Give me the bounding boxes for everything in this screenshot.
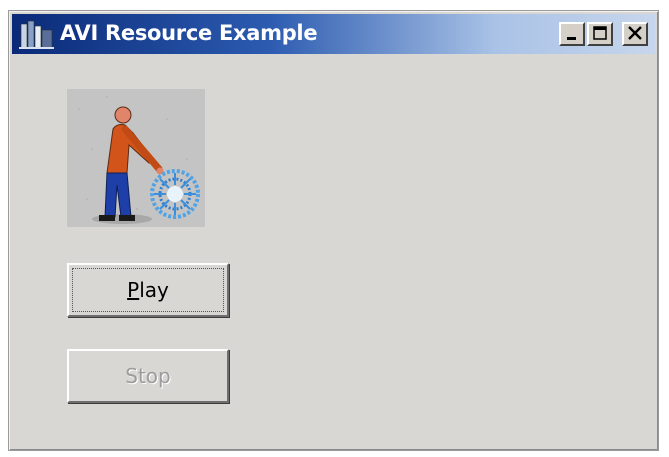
play-button[interactable]: Play [67,263,229,317]
close-icon [628,26,642,40]
animation-control [67,89,205,227]
stop-button[interactable]: Stop [67,349,229,403]
man-with-wheel-animation [67,89,205,227]
minimize-icon [567,37,576,40]
play-mnemonic: P [127,278,140,302]
stop-label: Stop [125,364,171,388]
bookshelf-app-icon [19,20,54,49]
main-window: AVI Resource Example Play Stop [8,10,659,451]
play-label: lay [139,278,169,302]
maximize-icon [593,26,607,40]
minimize-button[interactable] [559,22,585,46]
window-title: AVI Resource Example [60,21,318,45]
title-bar[interactable]: AVI Resource Example [12,14,655,54]
close-button[interactable] [622,22,648,46]
maximize-button[interactable] [587,22,613,46]
